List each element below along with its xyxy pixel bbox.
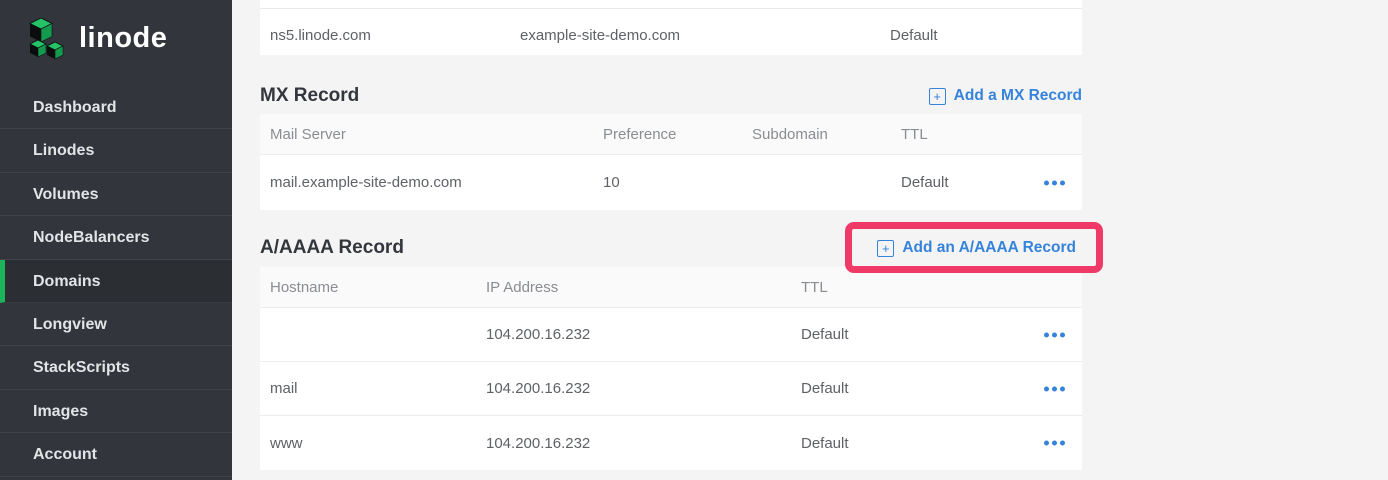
linode-cube-icon [24, 16, 70, 64]
mx-mail-server-cell: mail.example-site-demo.com [270, 155, 462, 210]
mx-ttl-cell: Default [901, 155, 949, 210]
ellipsis-icon [1060, 441, 1065, 446]
ellipsis-icon [1052, 441, 1057, 446]
mx-col-subdomain: Subdomain [752, 114, 828, 154]
ellipsis-icon [1044, 332, 1049, 337]
a-table-header-row: Hostname IP Address TTL [260, 267, 1082, 308]
sidebar-item-stackscripts[interactable]: StackScripts [0, 346, 232, 389]
a-record-row: www 104.200.16.232 Default [260, 416, 1082, 470]
sidebar-item-account[interactable]: Account [0, 433, 232, 476]
a-ttl-cell: Default [801, 416, 849, 470]
mx-record-row: mail.example-site-demo.com 10 Default [260, 155, 1082, 210]
linode-logo[interactable]: linode [24, 16, 167, 64]
a-record-row: mail 104.200.16.232 Default [260, 362, 1082, 416]
sidebar-item-dashboard[interactable]: Dashboard [0, 86, 232, 129]
brand-wordmark: linode [79, 24, 167, 57]
mx-col-ttl: TTL [901, 114, 928, 154]
mx-preference-cell: 10 [603, 155, 620, 210]
add-icon [929, 88, 946, 105]
sidebar-nav: Dashboard Linodes Volumes NodeBalancers … [0, 86, 232, 477]
sidebar-item-longview[interactable]: Longview [0, 303, 232, 346]
main-content: ns5.linode.com example-site-demo.com Def… [260, 0, 1082, 480]
a-col-ttl: TTL [801, 267, 828, 307]
add-a-aaaa-record-button[interactable]: Add an A/AAAA Record [877, 239, 1076, 257]
a-ip-cell: 104.200.16.232 [486, 416, 590, 470]
ellipsis-icon [1044, 180, 1049, 185]
sidebar-item-domains[interactable]: Domains [0, 260, 232, 303]
mx-row-actions-menu-button[interactable] [1044, 176, 1065, 189]
ellipsis-icon [1052, 332, 1057, 337]
ellipsis-icon [1060, 332, 1065, 337]
add-mx-record-button[interactable]: Add a MX Record [929, 87, 1082, 105]
add-a-aaaa-record-label: Add an A/AAAA Record [902, 239, 1076, 257]
a-row-actions-menu-button[interactable] [1044, 328, 1065, 341]
ellipsis-icon [1044, 441, 1049, 446]
a-hostname-cell: mail [270, 362, 298, 415]
a-hostname-cell: www [270, 416, 303, 470]
a-row-actions-menu-button[interactable] [1044, 382, 1065, 395]
mx-section-header: MX Record Add a MX Record [260, 76, 1082, 116]
a-ip-cell: 104.200.16.232 [486, 308, 590, 361]
a-col-hostname: Hostname [270, 267, 338, 307]
a-section-header: A/AAAA Record Add an A/AAAA Record [260, 228, 1082, 268]
a-section-title: A/AAAA Record [260, 237, 404, 259]
mx-col-mail-server: Mail Server [270, 114, 346, 154]
sidebar-item-linodes[interactable]: Linodes [0, 129, 232, 172]
ellipsis-icon [1060, 386, 1065, 391]
a-ttl-cell: Default [801, 362, 849, 415]
ellipsis-icon [1052, 180, 1057, 185]
ellipsis-icon [1052, 386, 1057, 391]
a-col-ip-address: IP Address [486, 267, 558, 307]
sidebar-item-volumes[interactable]: Volumes [0, 173, 232, 216]
ellipsis-icon [1060, 180, 1065, 185]
ns-record-row: ns5.linode.com example-site-demo.com Def… [260, 0, 1082, 55]
a-row-actions-menu-button[interactable] [1044, 437, 1065, 450]
add-mx-record-label: Add a MX Record [954, 87, 1082, 105]
sidebar: linode Dashboard Linodes Volumes NodeBal… [0, 0, 232, 480]
add-icon [877, 240, 894, 257]
ns-subdomain-cell: example-site-demo.com [520, 8, 680, 63]
ns-name-server-cell: ns5.linode.com [270, 8, 371, 63]
a-ip-cell: 104.200.16.232 [486, 362, 590, 415]
mx-table-header-row: Mail Server Preference Subdomain TTL [260, 114, 1082, 155]
ns-ttl-cell: Default [890, 8, 938, 63]
sidebar-item-nodebalancers[interactable]: NodeBalancers [0, 216, 232, 259]
ellipsis-icon [1044, 386, 1049, 391]
mx-col-preference: Preference [603, 114, 676, 154]
a-ttl-cell: Default [801, 308, 849, 361]
a-record-row: 104.200.16.232 Default [260, 308, 1082, 362]
mx-section-title: MX Record [260, 85, 359, 107]
sidebar-item-images[interactable]: Images [0, 390, 232, 433]
